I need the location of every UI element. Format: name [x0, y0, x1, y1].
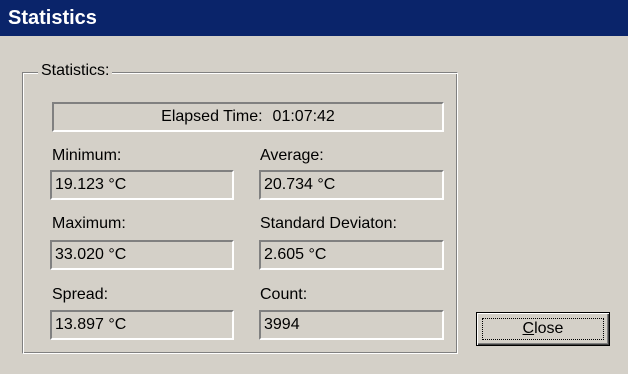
std-dev-label: Standard Deviaton: — [260, 215, 397, 232]
count-label: Count: — [260, 286, 308, 303]
std-dev-field: 2.605 °C — [259, 240, 444, 270]
elapsed-time-value: 01:07:42 — [272, 108, 335, 125]
average-label: Average: — [260, 147, 324, 164]
close-button-mnemonic: C — [522, 320, 535, 337]
close-button-label: lose — [534, 320, 564, 337]
groupbox-label: Statistics: — [38, 60, 113, 82]
elapsed-time-label: Elapsed Time: — [161, 108, 263, 125]
window-title[interactable]: Statistics — [0, 0, 628, 36]
spread-label: Spread: — [52, 286, 109, 303]
maximum-label: Maximum: — [52, 215, 126, 232]
spread-field: 13.897 °C — [50, 310, 234, 340]
maximum-field: 33.020 °C — [50, 240, 234, 270]
statistics-window: Statistics Statistics: Elapsed Time: 01:0… — [0, 0, 628, 374]
close-button[interactable]: Close — [476, 312, 610, 346]
minimum-field: 19.123 °C — [50, 170, 234, 200]
minimum-label: Minimum: — [52, 147, 122, 164]
elapsed-time-display: Elapsed Time: 01:07:42 — [52, 102, 444, 132]
average-field: 20.734 °C — [259, 170, 444, 200]
count-field: 3994 — [259, 310, 444, 340]
